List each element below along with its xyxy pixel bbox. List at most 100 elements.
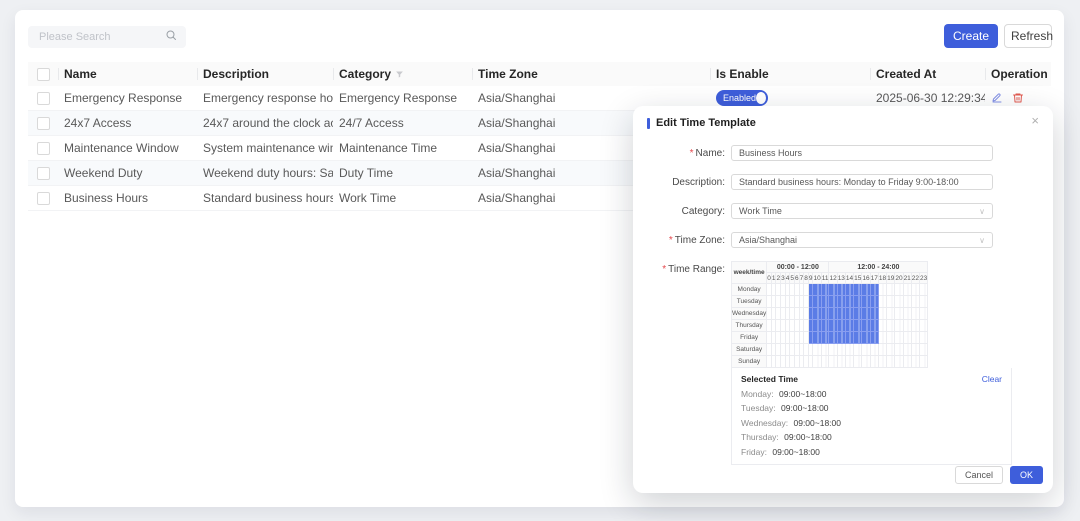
grid-cell[interactable]: [829, 356, 837, 368]
grid-cell[interactable]: [821, 332, 829, 344]
grid-cell[interactable]: [854, 356, 862, 368]
grid-cell[interactable]: [821, 284, 829, 296]
row-checkbox[interactable]: [37, 117, 50, 130]
grid-cell[interactable]: [837, 284, 845, 296]
grid-cell[interactable]: [895, 332, 903, 344]
grid-cell[interactable]: [870, 284, 878, 296]
grid-cell[interactable]: [887, 344, 895, 356]
close-icon[interactable]: ×: [1031, 114, 1039, 127]
grid-cell[interactable]: [895, 344, 903, 356]
grid-cell[interactable]: [821, 296, 829, 308]
grid-cell[interactable]: [813, 308, 821, 320]
grid-cell[interactable]: [829, 332, 837, 344]
grid-cell[interactable]: [895, 284, 903, 296]
grid-cell[interactable]: [878, 332, 886, 344]
create-button[interactable]: Create: [944, 24, 998, 48]
grid-cell[interactable]: [862, 356, 870, 368]
grid-cell[interactable]: [903, 356, 911, 368]
grid-cell[interactable]: [887, 332, 895, 344]
grid-cell[interactable]: [920, 296, 928, 308]
grid-cell[interactable]: [878, 320, 886, 332]
grid-cell[interactable]: [870, 332, 878, 344]
grid-cell[interactable]: [821, 320, 829, 332]
grid-cell[interactable]: [829, 284, 837, 296]
refresh-button[interactable]: Refresh: [1004, 24, 1052, 48]
grid-cell[interactable]: [911, 332, 919, 344]
grid-cell[interactable]: [845, 284, 853, 296]
grid-cell[interactable]: [845, 356, 853, 368]
grid-cell[interactable]: [862, 296, 870, 308]
grid-cell[interactable]: [837, 344, 845, 356]
grid-cell[interactable]: [920, 320, 928, 332]
ok-button[interactable]: OK: [1010, 466, 1043, 484]
grid-cell[interactable]: [920, 308, 928, 320]
category-select[interactable]: Work Time ∨: [731, 203, 993, 219]
grid-cell[interactable]: [845, 332, 853, 344]
grid-cell[interactable]: [870, 356, 878, 368]
clear-link[interactable]: Clear: [982, 374, 1002, 384]
grid-cell[interactable]: [911, 320, 919, 332]
grid-cell[interactable]: [920, 284, 928, 296]
grid-cell[interactable]: [813, 344, 821, 356]
grid-cell[interactable]: [837, 308, 845, 320]
edit-icon[interactable]: [991, 92, 1003, 104]
grid-cell[interactable]: [920, 344, 928, 356]
grid-cell[interactable]: [854, 308, 862, 320]
description-input[interactable]: [731, 174, 993, 190]
grid-cell[interactable]: [813, 320, 821, 332]
grid-cell[interactable]: [854, 320, 862, 332]
search-box[interactable]: [28, 26, 186, 48]
grid-cell[interactable]: [878, 284, 886, 296]
grid-cell[interactable]: [821, 308, 829, 320]
row-checkbox[interactable]: [37, 167, 50, 180]
grid-cell[interactable]: [854, 344, 862, 356]
grid-cell[interactable]: [887, 296, 895, 308]
grid-cell[interactable]: [887, 356, 895, 368]
grid-cell[interactable]: [887, 320, 895, 332]
enable-toggle[interactable]: Enabled: [716, 90, 768, 106]
grid-cell[interactable]: [903, 320, 911, 332]
grid-cell[interactable]: [878, 308, 886, 320]
grid-cell[interactable]: [920, 356, 928, 368]
grid-cell[interactable]: [903, 344, 911, 356]
grid-cell[interactable]: [845, 320, 853, 332]
grid-cell[interactable]: [829, 296, 837, 308]
grid-cell[interactable]: [829, 308, 837, 320]
grid-cell[interactable]: [878, 344, 886, 356]
grid-cell[interactable]: [862, 320, 870, 332]
grid-cell[interactable]: [845, 308, 853, 320]
grid-cell[interactable]: [870, 344, 878, 356]
grid-cell[interactable]: [837, 320, 845, 332]
grid-cell[interactable]: [813, 296, 821, 308]
grid-cell[interactable]: [862, 308, 870, 320]
grid-cell[interactable]: [903, 332, 911, 344]
grid-cell[interactable]: [878, 356, 886, 368]
grid-cell[interactable]: [821, 344, 829, 356]
grid-cell[interactable]: [821, 356, 829, 368]
grid-cell[interactable]: [911, 308, 919, 320]
row-checkbox[interactable]: [37, 192, 50, 205]
grid-cell[interactable]: [870, 320, 878, 332]
grid-cell[interactable]: [854, 284, 862, 296]
row-checkbox[interactable]: [37, 92, 50, 105]
grid-cell[interactable]: [887, 284, 895, 296]
grid-cell[interactable]: [895, 308, 903, 320]
grid-cell[interactable]: [870, 308, 878, 320]
grid-cell[interactable]: [862, 344, 870, 356]
grid-cell[interactable]: [887, 308, 895, 320]
timezone-select[interactable]: Asia/Shanghai ∨: [731, 232, 993, 248]
grid-cell[interactable]: [854, 332, 862, 344]
select-all-checkbox[interactable]: [37, 68, 50, 81]
grid-cell[interactable]: [837, 332, 845, 344]
name-input[interactable]: [731, 145, 993, 161]
grid-cell[interactable]: [845, 344, 853, 356]
grid-cell[interactable]: [862, 284, 870, 296]
grid-cell[interactable]: [862, 332, 870, 344]
grid-cell[interactable]: [854, 296, 862, 308]
grid-cell[interactable]: [829, 320, 837, 332]
cancel-button[interactable]: Cancel: [955, 466, 1003, 484]
grid-cell[interactable]: [813, 284, 821, 296]
grid-cell[interactable]: [845, 296, 853, 308]
grid-cell[interactable]: [813, 356, 821, 368]
grid-cell[interactable]: [895, 296, 903, 308]
